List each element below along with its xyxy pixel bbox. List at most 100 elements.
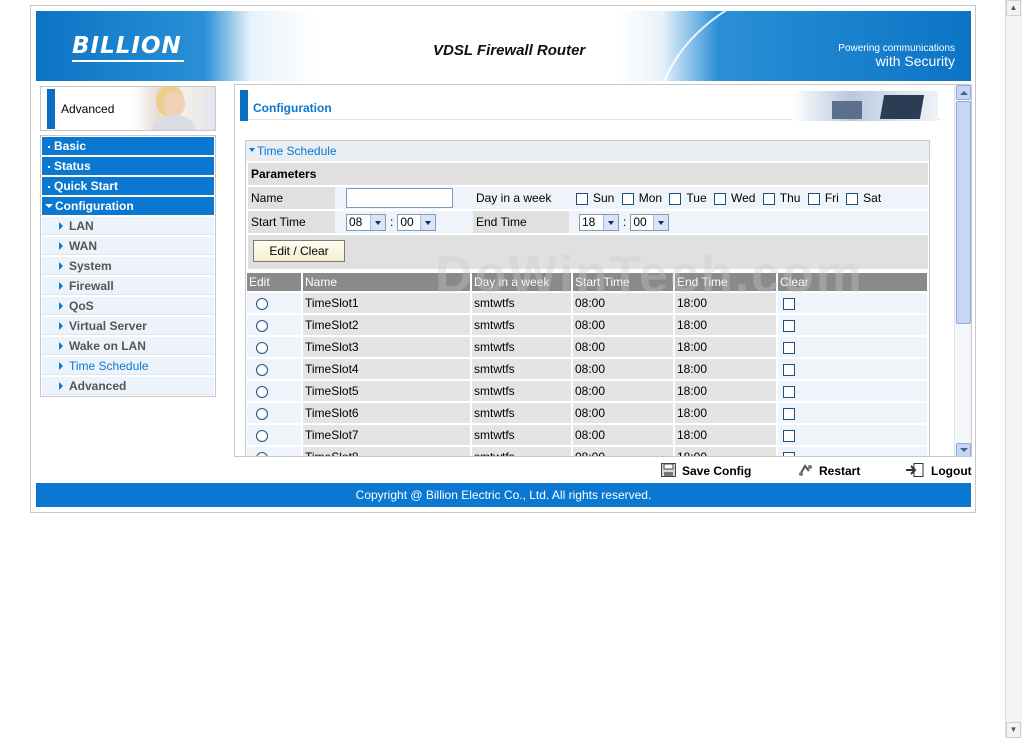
sidebar-item-configuration[interactable]: Configuration [42,197,214,215]
scroll-down-icon[interactable] [956,443,971,456]
scroll-thumb[interactable] [956,101,971,324]
clear-checkbox[interactable] [783,341,795,354]
sidebar-subitem-advanced[interactable]: Advanced [42,377,214,395]
day-checkbox-sun[interactable] [576,192,588,205]
clear-checkbox[interactable] [783,363,795,376]
clear-checkbox[interactable] [783,407,795,420]
bullet-icon [48,165,50,168]
day-label-sun: Sun [593,191,615,205]
start-hour-select[interactable]: 08 [346,213,386,231]
save-config-button[interactable]: Save Config [661,461,751,481]
slot-name: TimeSlot7 [303,425,470,445]
dropdown-arrow-icon [603,214,618,230]
sidebar-item-quick-start[interactable]: Quick Start [42,177,214,195]
name-input[interactable] [346,188,453,208]
edit-radio[interactable] [256,385,268,398]
router-title: VDSL Firewall Router [433,42,586,59]
day-label-thu: Thu [779,191,801,205]
days-cell: Sun Mon Tue Wed Thu Fri Sat [569,187,928,209]
scroll-up-icon[interactable] [956,85,971,100]
sidebar-subitem-wake-on-lan[interactable]: Wake on LAN [42,337,214,355]
slot-days: smtwtfs [472,425,571,445]
page-scrollbar[interactable]: ▲ ▼ [1005,0,1022,738]
dropdown-arrow-icon [370,214,385,230]
sidebar-subitem-system[interactable]: System [42,257,214,275]
day-label-sat: Sat [863,191,882,205]
sidebar-subitem-virtual-server[interactable]: Virtual Server [42,317,214,335]
clear-checkbox[interactable] [783,451,795,456]
slot-name: TimeSlot5 [303,381,470,401]
slot-days: smtwtfs [472,337,571,357]
content-panel: Configuration Time Schedule Parameters N… [234,84,972,457]
day-label-wed: Wed [730,191,756,205]
sidebar-item-status[interactable]: Status [42,157,214,175]
restart-icon [798,463,813,477]
slot-end: 18:00 [675,447,776,456]
arrow-right-icon [59,222,63,230]
bullet-icon [48,185,50,188]
slot-end: 18:00 [675,293,776,313]
time-schedule-section: Time Schedule Parameters Name Day in a w… [245,140,930,456]
restart-button[interactable]: Restart [798,461,860,481]
edit-radio[interactable] [256,297,268,310]
arrow-right-icon [59,342,63,350]
page-scroll-down-icon[interactable]: ▼ [1006,722,1021,738]
page-accent-bar [240,90,248,121]
day-checkbox-tue[interactable] [669,192,682,205]
edit-radio[interactable] [256,451,268,456]
table-row: TimeSlot8 smtwtfs 08:00 18:00 [247,447,927,456]
slot-end: 18:00 [675,337,776,357]
clear-checkbox[interactable] [783,385,795,398]
table-row: TimeSlot2 smtwtfs 08:00 18:00 [247,315,927,335]
clear-checkbox[interactable] [783,429,795,442]
floppy-disk-icon [661,463,676,477]
clear-cell [778,315,927,335]
end-hour-select[interactable]: 18 [579,213,619,231]
col-header-clear: Clear [778,273,927,291]
clear-checkbox[interactable] [783,319,795,332]
edit-clear-button[interactable]: Edit / Clear [253,240,345,262]
section-title[interactable]: Time Schedule [246,141,929,161]
day-checkbox-wed[interactable] [713,192,726,205]
content-scrollbar[interactable] [954,85,971,456]
slot-days: smtwtfs [472,293,571,313]
sidebar-subitem-lan[interactable]: LAN [42,217,214,235]
time-slots-table: Edit Name Day in a week Start Time End T… [245,271,929,456]
day-label-tue: Tue [686,191,707,205]
start-minute-select[interactable]: 00 [397,213,437,231]
table-row: TimeSlot5 smtwtfs 08:00 18:00 [247,381,927,401]
edit-radio[interactable] [256,319,268,332]
sidebar-item-basic[interactable]: Basic [42,137,214,155]
edit-radio[interactable] [256,363,268,376]
end-minute-select[interactable]: 00 [630,213,670,231]
mode-photo [133,87,215,130]
arrow-right-icon [59,302,63,310]
slot-days: smtwtfs [472,447,571,456]
mode-panel: Advanced [40,86,216,131]
sidebar-subitem-firewall[interactable]: Firewall [42,277,214,295]
page-scroll-up-icon[interactable]: ▲ [1006,0,1021,16]
clear-checkbox[interactable] [783,297,795,310]
slot-start: 08:00 [573,337,673,357]
slot-days: smtwtfs [472,403,571,423]
tagline: Powering communications with Security [838,42,955,68]
collapse-arrow-icon [249,148,255,152]
arrow-right-icon [59,362,63,370]
day-checkbox-thu[interactable] [762,192,775,205]
slot-name: TimeSlot3 [303,337,470,357]
edit-radio[interactable] [256,341,268,354]
sidebar-subitem-wan[interactable]: WAN [42,237,214,255]
day-checkbox-sat[interactable] [846,192,859,205]
day-checkbox-fri[interactable] [807,192,820,205]
logout-button[interactable]: Logout [905,461,972,481]
edit-radio[interactable] [256,429,268,442]
header-photo [792,91,938,121]
days-label: Day in a week [473,187,569,209]
billion-logo: BILLION [72,33,182,59]
sidebar-nav: Basic Status Quick Start Configuration L… [40,135,216,397]
day-checkbox-mon[interactable] [621,192,634,205]
sidebar-subitem-qos[interactable]: QoS [42,297,214,315]
end-time-label: End Time [473,211,569,233]
edit-radio[interactable] [256,407,268,420]
sidebar-subitem-time-schedule[interactable]: Time Schedule [42,357,214,375]
